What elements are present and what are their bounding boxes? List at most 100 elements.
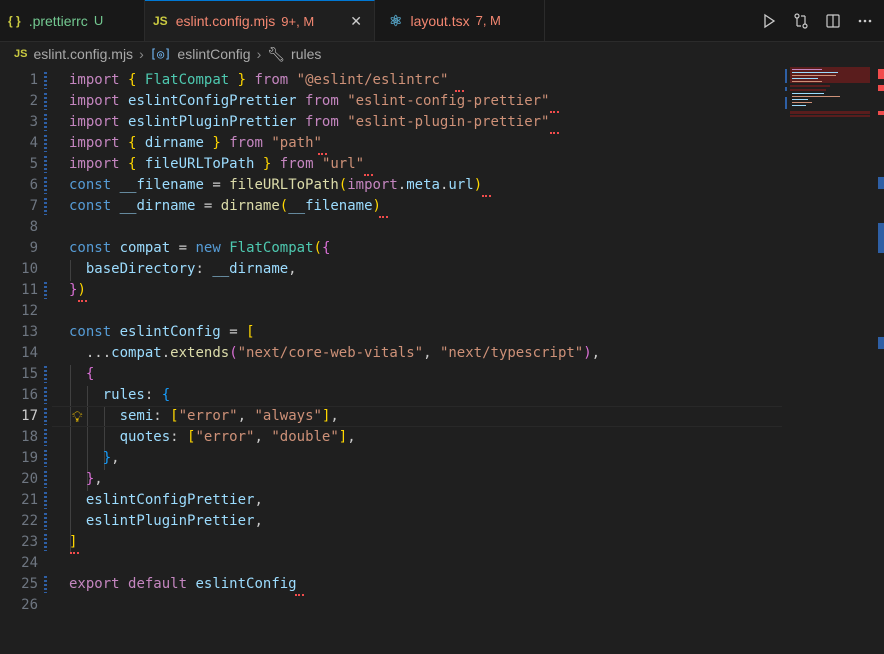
code-token: from [254, 72, 289, 88]
code-token: import [69, 72, 120, 88]
code-token: ) [77, 282, 86, 298]
line-number: 7 [29, 198, 38, 214]
tab-eslint-config[interactable]: JS eslint.config.mjs 9+, M ✕ [145, 0, 375, 41]
code-token: from [279, 156, 314, 172]
split-editor-icon[interactable] [822, 10, 844, 32]
code-token: __filename [119, 177, 204, 193]
code-token: , [591, 345, 601, 361]
code-line: 9 const compat = new FlatCompat({ [0, 238, 782, 259]
code-text: baseDirectory: __dirname, [69, 259, 297, 280]
code-text: import { dirname } from "path" [69, 133, 322, 154]
code-token: extends [170, 345, 230, 361]
code-line: 25 export default eslintConfig [0, 574, 782, 595]
code-line: 5 import { fileURLToPath } from "url" [0, 154, 782, 175]
code-token: { [128, 72, 137, 88]
error-squiggle [455, 87, 464, 92]
git-modified-marker [44, 198, 47, 215]
code-token: "error" [178, 408, 238, 424]
breadcrumb-file[interactable]: eslint.config.mjs [33, 46, 133, 62]
code-token: import [69, 156, 120, 172]
js-file-icon: JS [153, 14, 168, 28]
code-token: } [102, 450, 112, 466]
code-text: quotes: ["error", "double"], [69, 427, 356, 448]
code-token: "next/typescript" [439, 345, 584, 361]
code-token: "error" [195, 429, 255, 445]
breadcrumb-property[interactable]: rules [291, 46, 321, 62]
code-token: { [128, 156, 137, 172]
code-token: [ [246, 324, 255, 340]
git-modified-marker [44, 429, 47, 446]
git-modified-marker [44, 450, 47, 467]
tab-status: U [93, 13, 104, 28]
code-editor[interactable]: 1 import { FlatCompat } from "@eslint/esl… [0, 67, 884, 649]
js-file-icon: JS [14, 48, 28, 60]
line-number: 11 [21, 282, 38, 298]
code-text: }, [69, 469, 103, 490]
line-number: 5 [29, 156, 38, 172]
code-token: fileURLToPath [229, 177, 339, 193]
error-squiggle [550, 108, 559, 113]
git-modified-marker [44, 72, 47, 89]
git-modified-marker [44, 135, 47, 152]
code-token: "eslint-plugin-prettier" [347, 114, 550, 130]
variable-icon: [◎] [149, 47, 172, 61]
code-token: , [254, 429, 263, 445]
error-squiggle [379, 213, 388, 218]
code-text: rules: { [69, 385, 170, 406]
chevron-right-icon: › [139, 46, 144, 62]
line-number: 15 [21, 366, 38, 382]
code-token: const [69, 177, 112, 193]
code-token: . [161, 345, 171, 361]
line-number: 1 [29, 72, 38, 88]
tab-prettierrc[interactable]: { } .prettierrc U [0, 0, 145, 41]
close-icon[interactable]: ✕ [350, 13, 362, 30]
more-actions-icon[interactable] [854, 10, 876, 32]
code-token: new [195, 240, 221, 256]
line-number: 13 [21, 324, 38, 340]
code-token: = [212, 177, 221, 193]
git-modified-marker [44, 534, 47, 551]
run-icon[interactable] [758, 10, 780, 32]
code-text: const __dirname = dirname(__filename) [69, 196, 381, 217]
tab-label: .prettierrc [28, 12, 88, 29]
line-number: 6 [29, 177, 38, 193]
git-modified-marker [44, 492, 47, 509]
error-squiggle [78, 297, 87, 302]
code-text: import { FlatCompat } from "@eslint/esli… [69, 70, 448, 91]
line-number: 22 [21, 513, 38, 529]
code-token: "always" [254, 408, 322, 424]
code-token: quotes [119, 429, 171, 445]
breadcrumb: JS eslint.config.mjs › [◎] eslintConfig … [0, 41, 884, 67]
vertical-scrollbar[interactable] [876, 67, 884, 649]
code-token: __dirname [212, 261, 289, 277]
breadcrumb-symbol[interactable]: eslintConfig [177, 46, 250, 62]
code-token: , [94, 471, 103, 487]
code-text: import eslintConfigPrettier from "eslint… [69, 91, 549, 112]
compare-changes-icon[interactable] [790, 10, 812, 32]
code-token: import [69, 114, 120, 130]
code-text: export default eslintConfig [69, 574, 297, 595]
line-number: 14 [21, 345, 38, 361]
code-text: const compat = new FlatCompat({ [69, 238, 330, 259]
code-token: } [262, 156, 272, 172]
tab-label: eslint.config.mjs [175, 13, 276, 29]
code-token: : [170, 429, 179, 445]
error-squiggle [318, 150, 327, 155]
code-token: } [237, 72, 247, 88]
line-number: 3 [29, 114, 38, 130]
code-token: "@eslint/eslintrc" [296, 72, 449, 88]
code-token: baseDirectory [85, 261, 196, 277]
line-number: 18 [21, 429, 38, 445]
tab-layout[interactable]: ⚛ layout.tsx 7, M [375, 0, 545, 41]
line-number: 23 [21, 534, 38, 550]
code-token: eslintConfigPrettier [128, 93, 297, 109]
git-modified-marker [44, 513, 47, 530]
code-token: from [229, 135, 263, 151]
line-number: 20 [21, 471, 38, 487]
minimap[interactable] [784, 67, 876, 649]
line-number: 4 [29, 135, 38, 151]
code-token: eslintPluginPrettier [85, 513, 255, 529]
code-line: 7 const __dirname = dirname(__filename) [0, 196, 782, 217]
code-line: 18 quotes: ["error", "double"], [0, 427, 782, 448]
code-line: 23] [0, 532, 782, 553]
